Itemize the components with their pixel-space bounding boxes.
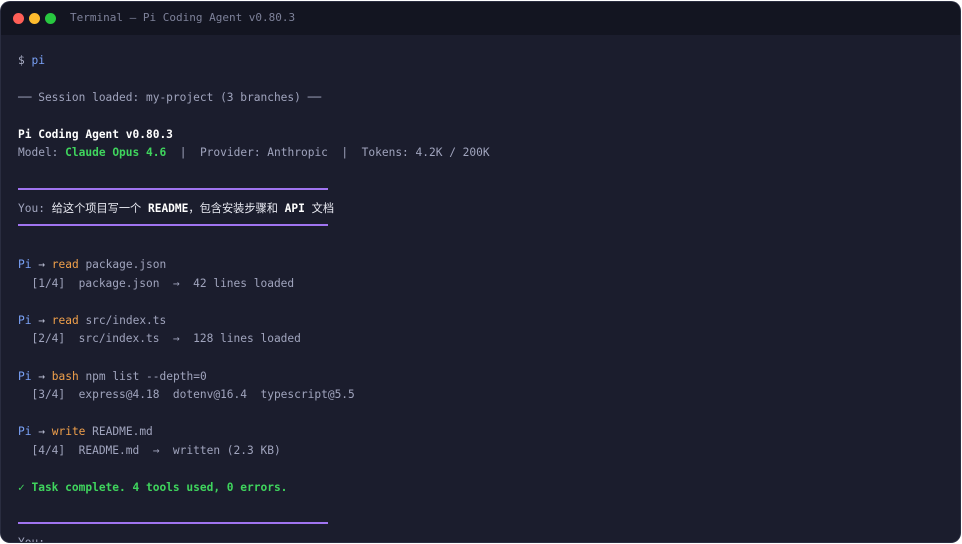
- agent-label: Pi: [18, 370, 32, 383]
- tool-name: read: [51, 258, 79, 271]
- close-window-button[interactable]: [13, 13, 24, 24]
- arrow-icon: →: [38, 258, 45, 271]
- prompt-symbol: $: [18, 54, 25, 67]
- separator: |: [179, 146, 187, 159]
- prompt-command: pi: [31, 54, 45, 67]
- arrow-icon: →: [38, 425, 45, 438]
- tool-name: write: [51, 425, 86, 438]
- agent-label: Pi: [18, 314, 32, 327]
- tool-call-line: Pi → read src/index.ts: [18, 312, 166, 331]
- agent-label: Pi: [18, 425, 32, 438]
- model-label: Model:: [18, 146, 59, 159]
- divider-rule: [18, 188, 328, 190]
- title-bar: Terminal — Pi Coding Agent v0.80.3: [1, 2, 960, 35]
- tool-result-line: [4/4] README.md → written (2.3 KB): [18, 444, 281, 457]
- user-message-part: 文档: [311, 202, 335, 215]
- tool-call-line: Pi → write README.md: [18, 423, 153, 442]
- arrow-icon: →: [38, 314, 45, 327]
- task-complete-line: ✓ Task complete. 4 tools used, 0 errors.: [18, 481, 288, 494]
- tool-result-line: [1/4] package.json → 42 lines loaded: [18, 277, 295, 290]
- provider-text: Provider: Anthropic: [199, 146, 328, 159]
- divider-rule: [18, 522, 328, 524]
- tool-call-line: Pi → read package.json: [18, 256, 166, 275]
- terminal-output[interactable]: $ pi ── Session loaded: my-project (3 br…: [18, 35, 960, 542]
- prompt-line: $ pi: [18, 52, 45, 71]
- tool-argument: package.json: [85, 258, 167, 271]
- user-message-api: API: [284, 202, 305, 215]
- session-line: ── Session loaded: my-project (3 branche…: [18, 91, 322, 104]
- tokens-text: Tokens: 4.2K / 200K: [361, 146, 490, 159]
- separator: |: [341, 146, 349, 159]
- tool-argument: npm list --depth=0: [85, 370, 207, 383]
- app-title: Pi Coding Agent v0.80.3: [18, 128, 173, 141]
- tool-result-line: [2/4] src/index.ts → 128 lines loaded: [18, 332, 301, 345]
- user-label: You:: [18, 202, 45, 215]
- tool-result-line: [3/4] express@4.18 dotenv@16.4 typescrip…: [18, 388, 355, 401]
- tool-argument: src/index.ts: [85, 314, 167, 327]
- divider-rule: [18, 224, 328, 226]
- user-message-readme: README: [147, 202, 189, 215]
- minimize-window-button[interactable]: [29, 13, 40, 24]
- terminal-window: Terminal — Pi Coding Agent v0.80.3 $ pi …: [1, 2, 960, 542]
- user-message-part: ，包含安装步骤和: [188, 202, 278, 215]
- tool-name: bash: [51, 370, 79, 383]
- user-message-part: 给这个项目写一个: [51, 202, 142, 215]
- tool-argument: README.md: [92, 425, 153, 438]
- window-title: Terminal — Pi Coding Agent v0.80.3: [70, 11, 296, 24]
- agent-label: Pi: [18, 258, 32, 271]
- arrow-icon: →: [38, 370, 45, 383]
- tool-call-line: Pi → bash npm list --depth=0: [18, 368, 207, 387]
- next-prompt-label[interactable]: You:: [18, 534, 45, 542]
- model-info-line: Model: Claude Opus 4.6 | Provider: Anthr…: [18, 144, 490, 163]
- user-message-line: You: 给这个项目写一个 README，包含安装步骤和 API 文档: [18, 200, 334, 219]
- model-name: Claude Opus 4.6: [65, 146, 167, 159]
- maximize-window-button[interactable]: [45, 13, 56, 24]
- tool-name: read: [51, 314, 79, 327]
